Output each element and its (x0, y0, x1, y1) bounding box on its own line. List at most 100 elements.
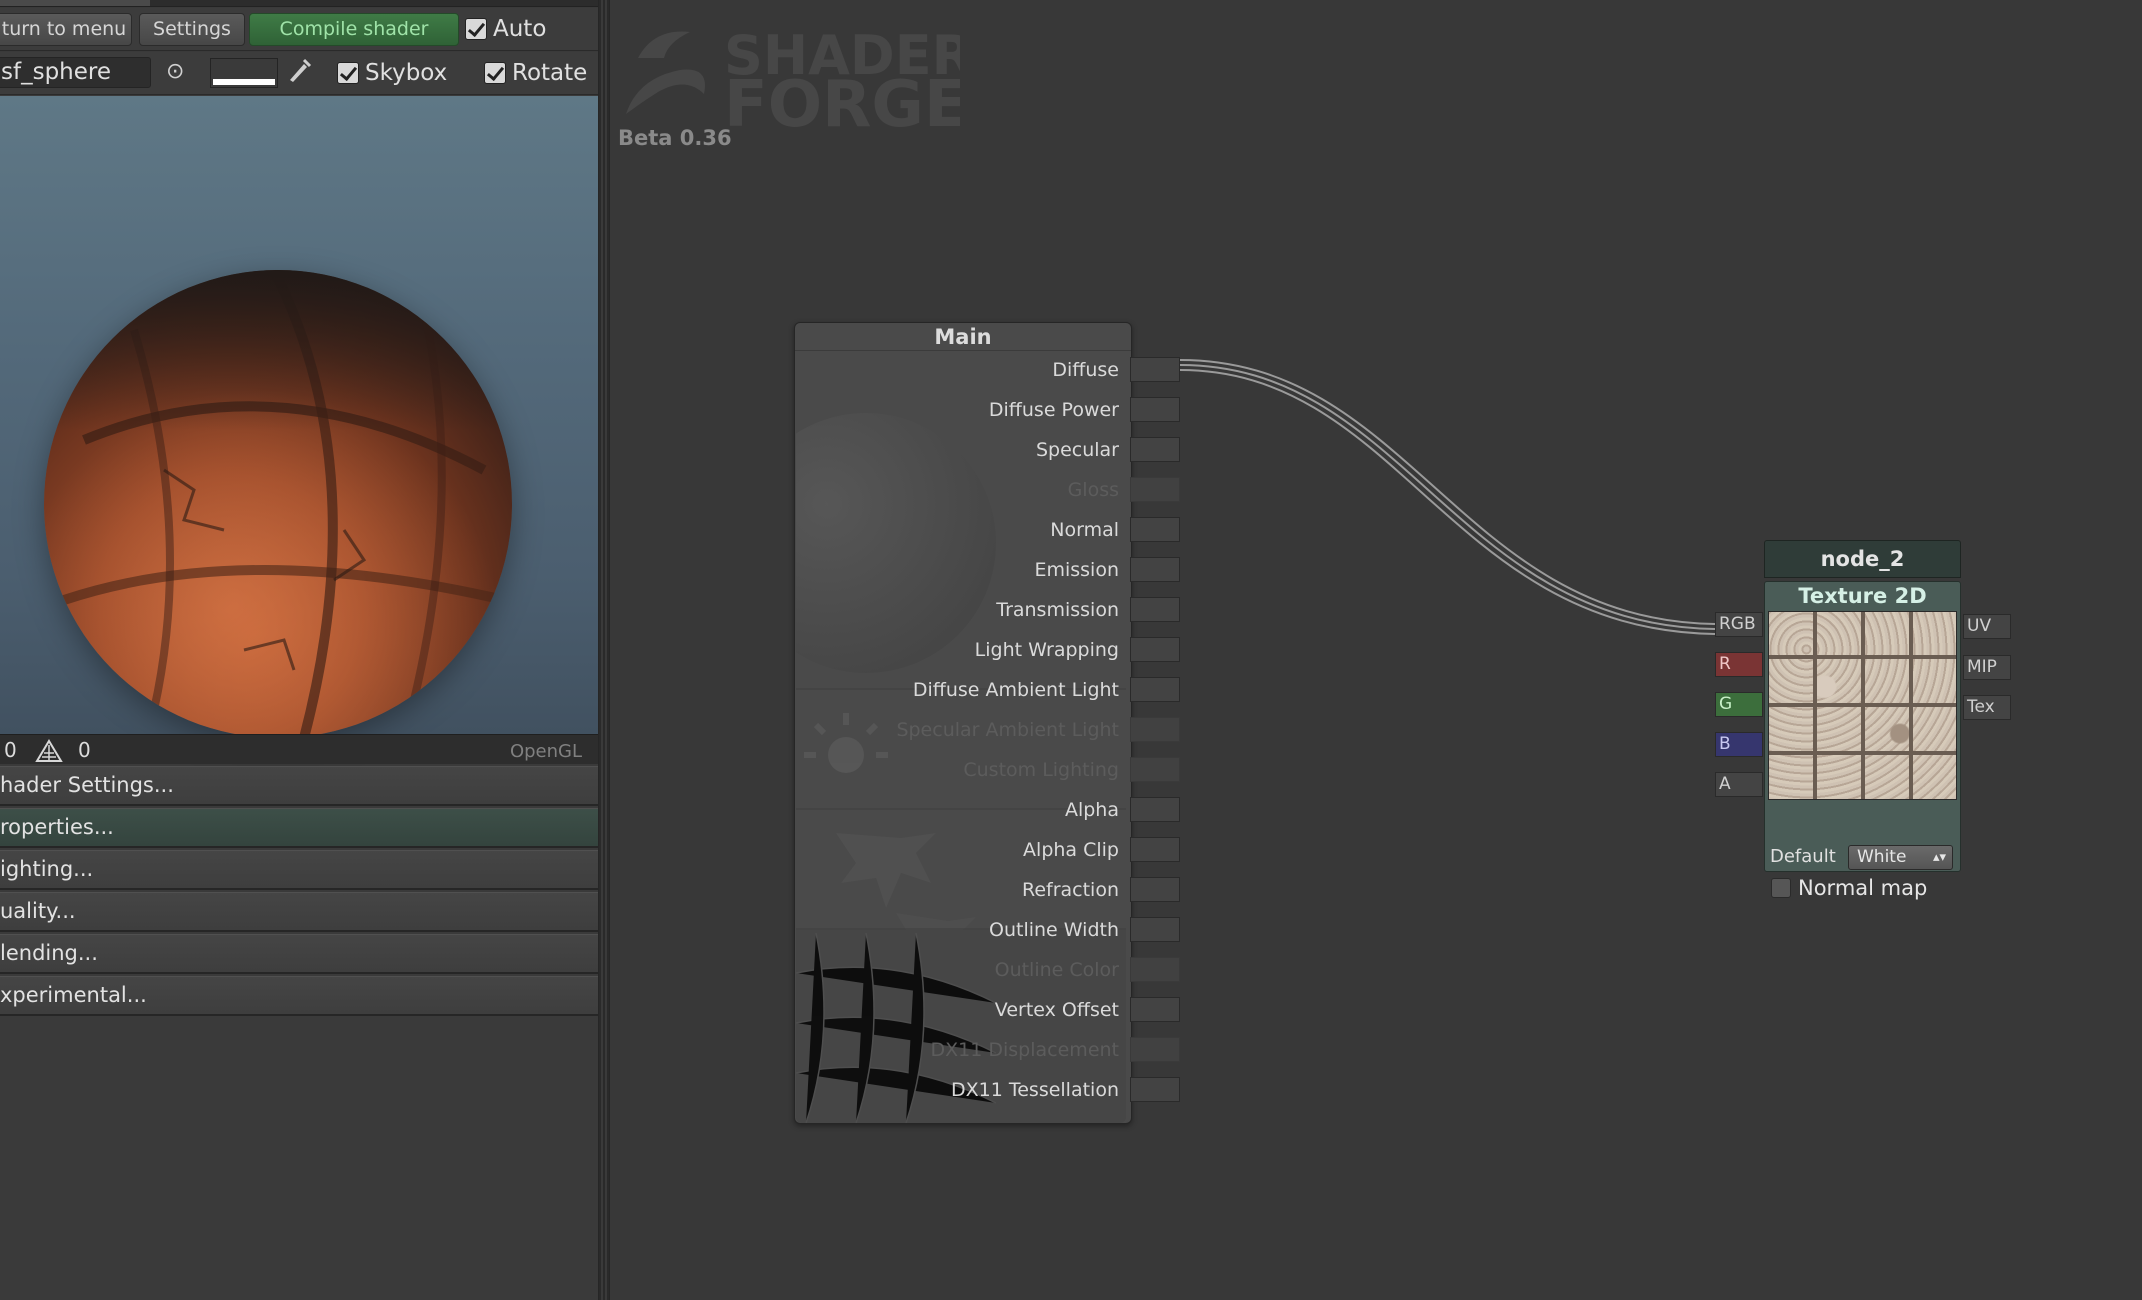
port-label: B (1719, 734, 1731, 754)
main-input-label: Gloss (1067, 479, 1119, 501)
editor-tab[interactable] (0, 0, 150, 6)
texture-2d-node[interactable]: node_2 Texture 2D Default White ▴▾ Norma… (1764, 540, 1961, 900)
background-color-swatch[interactable] (210, 58, 278, 88)
main-input-port[interactable] (1130, 797, 1180, 822)
port-label: UV (1967, 616, 1992, 636)
default-value: White (1857, 847, 1907, 867)
preview-sphere (44, 270, 512, 738)
main-input-label: Light Wrapping (974, 639, 1119, 661)
normal-map-checkbox[interactable]: Normal map (1771, 876, 1927, 900)
main-input-label: Vertex Offset (994, 999, 1119, 1021)
rotate-checkbox[interactable]: Rotate (484, 60, 587, 86)
mesh-name: sf_sphere (1, 59, 111, 85)
preview-toolbar: sf_sphere ⊙ Skybox Rotate (0, 52, 598, 95)
input-port-mip[interactable]: MIP (1963, 655, 2011, 680)
texture-node-body: Texture 2D Default White ▴▾ Normal map (1764, 581, 1961, 900)
preview-mesh-field[interactable]: sf_sphere (0, 57, 151, 88)
output-port-g[interactable]: G (1715, 692, 1763, 717)
auto-compile-checkbox[interactable]: Auto (465, 16, 546, 42)
main-input-label: Diffuse Power (988, 399, 1119, 421)
main-input-label: DX11 Displacement (930, 1039, 1119, 1061)
main-input-label: Specular (1035, 439, 1119, 461)
main-input-label: Alpha (1064, 799, 1119, 821)
material-preview-viewport[interactable] (0, 96, 598, 738)
main-input-label: Diffuse Ambient Light (912, 679, 1119, 701)
main-input-port[interactable] (1130, 357, 1180, 382)
port-label: Tex (1967, 697, 1995, 717)
normal-map-label: Normal map (1798, 876, 1928, 900)
panel-experimental[interactable]: xperimental... (0, 976, 598, 1016)
port-label: MIP (1967, 657, 1997, 677)
panel-lighting[interactable]: ighting... (0, 850, 598, 890)
port-label: R (1719, 654, 1731, 674)
port-label: RGB (1719, 614, 1756, 634)
settings-button[interactable]: Settings (139, 13, 245, 46)
port-label: G (1719, 694, 1733, 714)
color-bar (213, 79, 275, 85)
eyedropper-icon[interactable] (286, 56, 312, 93)
main-input-label: Refraction (1021, 879, 1119, 901)
main-input-port[interactable] (1130, 517, 1180, 542)
output-port-a[interactable]: A (1715, 772, 1763, 797)
panel-quality[interactable]: uality... (0, 892, 598, 932)
return-to-menu-button[interactable]: turn to menu (0, 13, 132, 46)
main-input-label: Specular Ambient Light (896, 719, 1119, 741)
main-input-port[interactable] (1130, 557, 1180, 582)
main-input-port (1130, 1037, 1180, 1062)
main-input-port[interactable] (1130, 597, 1180, 622)
panel-splitter[interactable] (598, 0, 610, 1300)
triangle-icon (35, 739, 63, 767)
main-node[interactable]: Main Diffuse Diffuse Power Specular Glos… (794, 322, 1132, 1124)
main-input-port[interactable] (1130, 1077, 1180, 1102)
checkbox-box (484, 62, 506, 84)
main-input-port (1130, 757, 1180, 782)
main-input-port[interactable] (1130, 397, 1180, 422)
main-input-port (1130, 717, 1180, 742)
default-label: Default (1770, 846, 1836, 867)
main-input-label: Custom Lighting (963, 759, 1119, 781)
main-input-port[interactable] (1130, 997, 1180, 1022)
main-input-label: Emission (1034, 559, 1119, 581)
main-input-label: DX11 Tessellation (950, 1079, 1119, 1101)
main-input-port[interactable] (1130, 837, 1180, 862)
triangle-count: 0 (78, 738, 91, 762)
input-port-tex[interactable]: Tex (1963, 695, 2011, 720)
object-picker-icon[interactable]: ⊙ (166, 57, 184, 87)
texture-thumbnail[interactable] (1768, 611, 1957, 800)
rotate-label: Rotate (512, 60, 588, 86)
main-node-title: Main (795, 323, 1131, 351)
skybox-checkbox[interactable]: Skybox (337, 60, 447, 86)
main-input-port[interactable] (1130, 677, 1180, 702)
port-label: A (1719, 774, 1731, 794)
output-port-b[interactable]: B (1715, 732, 1763, 757)
main-input-label: Diffuse (1052, 359, 1119, 381)
main-input-label: Alpha Clip (1023, 839, 1119, 861)
vertex-count: 0 (4, 738, 17, 762)
main-input-label: Outline Width (989, 919, 1119, 941)
main-input-port[interactable] (1130, 437, 1180, 462)
panel-shader-settings[interactable]: hader Settings... (0, 766, 598, 806)
main-toolbar: turn to menu Settings Compile shader Aut… (0, 8, 598, 51)
shader-forge-sidebar: turn to menu Settings Compile shader Aut… (0, 0, 598, 1300)
node-canvas[interactable]: SHADER FORGE Beta 0.36 Main Diffuse Diff… (610, 0, 2142, 1300)
main-input-port (1130, 957, 1180, 982)
main-input-port[interactable] (1130, 637, 1180, 662)
output-port-rgb[interactable]: RGB (1715, 612, 1763, 637)
node-type-title: Texture 2D (1798, 584, 1927, 608)
main-input-label: Outline Color (994, 959, 1119, 981)
default-texture-select[interactable]: White ▴▾ (1848, 845, 1953, 870)
node-name-label[interactable]: node_2 (1764, 540, 1961, 578)
main-input-label: Normal (1050, 519, 1119, 541)
checkbox-box (1771, 878, 1791, 898)
main-input-port[interactable] (1130, 877, 1180, 902)
output-port-r[interactable]: R (1715, 652, 1763, 677)
panel-properties[interactable]: roperties... (0, 808, 598, 848)
checkbox-box (337, 62, 359, 84)
panel-blending[interactable]: lending... (0, 934, 598, 974)
auto-label: Auto (493, 16, 547, 42)
main-input-port[interactable] (1130, 917, 1180, 942)
checkbox-box (465, 18, 487, 40)
compile-shader-button[interactable]: Compile shader (249, 13, 459, 46)
input-port-uv[interactable]: UV (1963, 614, 2011, 639)
editor-tab-strip (0, 0, 598, 7)
